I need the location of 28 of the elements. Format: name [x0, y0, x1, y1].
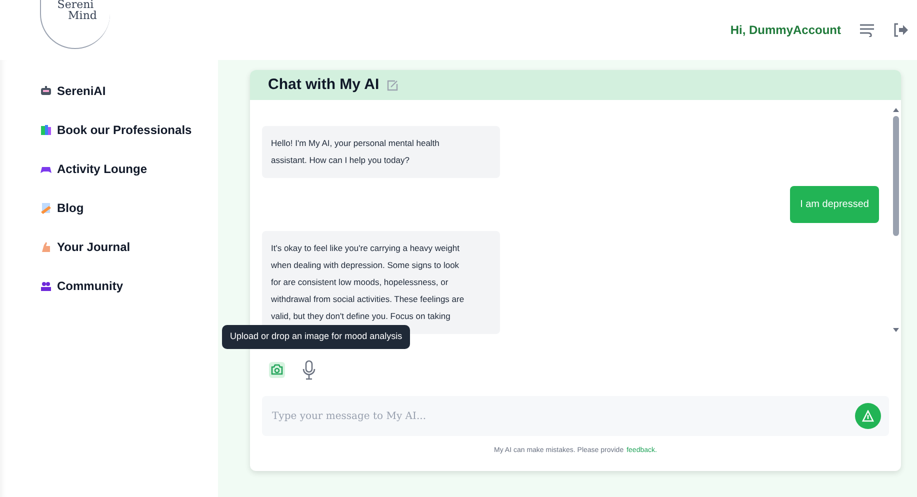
camera-icon[interactable] — [268, 361, 286, 379]
robot-icon — [40, 85, 52, 97]
send-button[interactable] — [855, 403, 881, 429]
menu-icon[interactable] — [859, 23, 875, 37]
sidebar-item[interactable]: Community — [40, 277, 218, 295]
chat-title: Chat with My AI — [268, 74, 380, 95]
greeting: Hi, DummyAccount — [730, 22, 841, 39]
sidebar-item[interactable]: Blog — [40, 199, 218, 217]
ai-message: It's okay to feel like you're carrying a heavy weight when dealing with depression. Some signs to look for are consistent low moods, hopelessness, or withdrawal from social activities. These feelings are valid, but they don't define you. Focus on taking — [262, 231, 500, 334]
user-message: I am depressed — [790, 186, 879, 223]
books-icon — [40, 124, 52, 136]
sidebar-item[interactable]: Book our Professionals — [40, 121, 218, 139]
sidebar-item[interactable]: Activity Lounge — [40, 160, 218, 178]
pencil-icon — [40, 202, 52, 214]
people-icon — [40, 280, 52, 292]
ai-message: Hello! I'm My AI, your personal mental health assistant. How can I help you today? — [262, 126, 500, 178]
message-field[interactable]: Type your message to My AI... — [262, 396, 889, 436]
message-input[interactable]: Type your message to My AI... — [272, 408, 855, 424]
logo[interactable]: Sereni Mind — [40, 0, 110, 49]
microphone-icon[interactable] — [302, 360, 316, 380]
send-icon — [862, 410, 874, 422]
logo-text: Mind — [67, 10, 97, 21]
edit-icon[interactable] — [387, 80, 398, 90]
logo-text: Sereni — [57, 0, 94, 10]
sidebar-item[interactable]: Your Journal — [40, 238, 218, 256]
tooltip: Upload or drop an image for mood analysis — [222, 325, 410, 348]
sidebar-item[interactable]: SereniAI — [40, 82, 218, 100]
logout-icon[interactable] — [893, 23, 909, 37]
